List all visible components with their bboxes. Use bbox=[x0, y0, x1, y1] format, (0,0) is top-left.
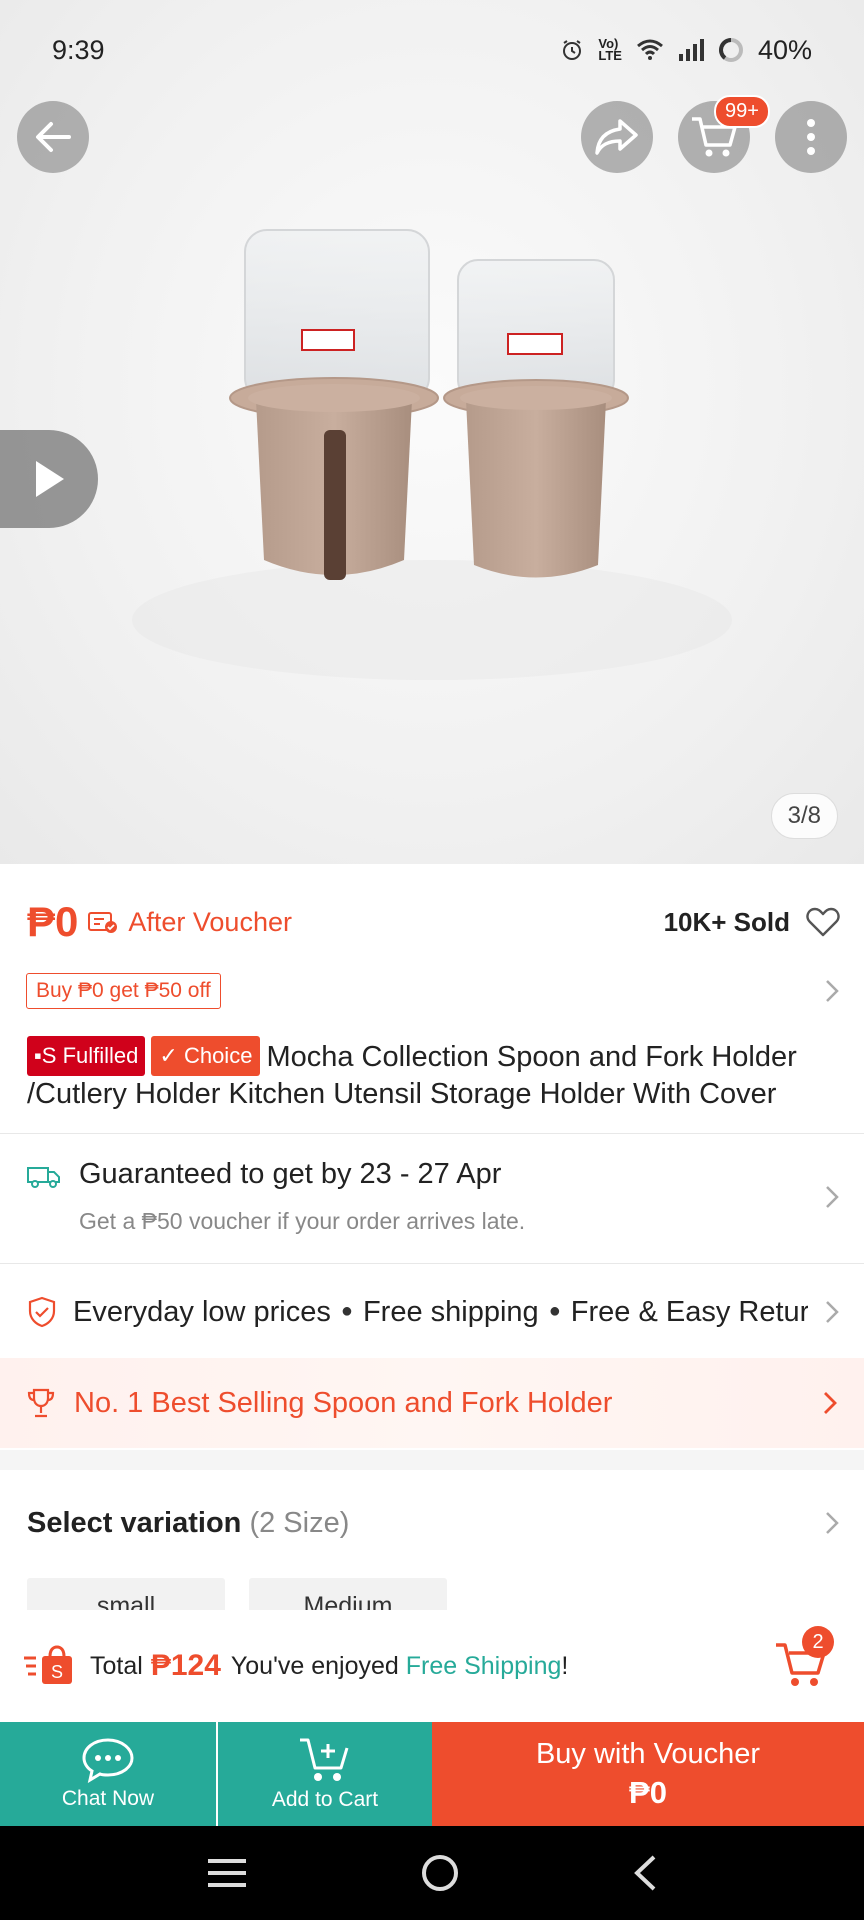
separator-dot: ● bbox=[340, 1299, 353, 1322]
status-time: 9:39 bbox=[52, 34, 105, 65]
section-gap bbox=[0, 1450, 864, 1470]
choice-badge: ✓ Choice bbox=[151, 1036, 261, 1076]
product-title: ▪︎S Fulfilled ✓ Choice Mocha Collection Sp… bbox=[27, 1036, 840, 1112]
enjoyed-text: You've enjoyed bbox=[230, 1651, 399, 1680]
sold-count: 10K+ Sold bbox=[663, 906, 790, 937]
best-selling-label: No. 1 Best Selling Spoon and Fork Holder bbox=[74, 1386, 613, 1419]
strip-cart-count: 2 bbox=[802, 1626, 834, 1658]
chat-icon bbox=[82, 1738, 134, 1783]
back-button[interactable] bbox=[17, 101, 89, 173]
select-variation-row[interactable]: Select variation (2 Size) bbox=[27, 1498, 840, 1548]
guarantee-item: Free & Easy Returns bbox=[570, 1295, 808, 1328]
volte-icon: Vo) LTE bbox=[598, 36, 622, 63]
add-to-cart-label: Add to Cart bbox=[271, 1788, 379, 1811]
shipping-guarantee-row[interactable]: Guaranteed to get by 23 - 27 Apr Get a ₱… bbox=[27, 1136, 840, 1256]
variation-title: Select variation bbox=[27, 1506, 242, 1539]
total-shipping-strip: S Total ₱124 You've enjoyed Free Shippin… bbox=[0, 1610, 864, 1722]
chevron-right-icon bbox=[824, 1392, 837, 1414]
status-bar: 9:39 Vo) LTE 40% bbox=[52, 30, 812, 70]
wifi-icon bbox=[636, 39, 664, 61]
home-icon[interactable] bbox=[420, 1853, 460, 1893]
add-cart-icon bbox=[300, 1738, 349, 1781]
system-nav-bar bbox=[0, 1826, 864, 1920]
buy-with-voucher-button[interactable]: Buy with Voucher ₱0 bbox=[432, 1722, 864, 1826]
play-video-button[interactable] bbox=[0, 430, 98, 528]
add-to-cart-button[interactable]: Add to Cart bbox=[218, 1722, 432, 1826]
alarm-icon bbox=[560, 38, 584, 62]
truck-icon bbox=[27, 1167, 60, 1188]
more-options-button[interactable] bbox=[775, 101, 847, 173]
signal-icon bbox=[678, 39, 704, 61]
best-selling-banner[interactable]: No. 1 Best Selling Spoon and Fork Holder bbox=[0, 1358, 864, 1448]
buy-price: ₱0 bbox=[629, 1774, 667, 1810]
total-price: ₱124 bbox=[150, 1649, 221, 1682]
svg-text:S: S bbox=[51, 1662, 63, 1682]
shield-check-icon bbox=[28, 1296, 56, 1328]
chat-now-button[interactable]: Chat Now bbox=[0, 1722, 216, 1826]
price-row: ₱0 After Voucher 10K+ Sold bbox=[27, 892, 840, 952]
chevron-right-icon bbox=[826, 1186, 839, 1208]
share-button[interactable] bbox=[581, 101, 653, 173]
bottom-action-bar: Chat Now Add to Cart Buy with Voucher ₱0 bbox=[0, 1722, 864, 1826]
product-price: ₱0 bbox=[27, 898, 79, 945]
trophy-icon bbox=[27, 1388, 55, 1418]
heart-icon[interactable] bbox=[806, 907, 840, 937]
delivery-guarantee-text: Guaranteed to get by 23 - 27 Apr bbox=[79, 1158, 502, 1190]
guarantees-text: Everyday low prices ● Free shipping ● Free &… bbox=[73, 1296, 808, 1329]
chevron-right-icon bbox=[826, 1301, 839, 1323]
cart-button[interactable]: 99+ bbox=[678, 95, 770, 173]
exclaim: ! bbox=[561, 1651, 569, 1680]
divider bbox=[0, 1263, 864, 1264]
voucher-icon bbox=[88, 912, 118, 933]
image-counter: 3/8 bbox=[770, 793, 838, 839]
strip-cart-button[interactable]: 2 bbox=[774, 1626, 834, 1697]
variation-count: (2 Size) bbox=[249, 1506, 350, 1539]
after-voucher-label: After Voucher bbox=[128, 906, 292, 937]
battery-ring-icon bbox=[718, 37, 744, 63]
total-label: Total bbox=[90, 1651, 143, 1680]
late-voucher-text: Get a ₱50 voucher if your order arrives … bbox=[79, 1208, 526, 1234]
battery-percent: 40% bbox=[757, 34, 812, 65]
promo-row[interactable]: Buy ₱0 get ₱50 off bbox=[26, 972, 840, 1010]
guarantee-item: Free shipping bbox=[362, 1295, 539, 1328]
recent-apps-icon[interactable] bbox=[206, 1856, 248, 1890]
cart-count-badge: 99+ bbox=[714, 95, 770, 128]
guarantee-item: Everyday low prices bbox=[73, 1295, 331, 1328]
product-image-gallery[interactable]: 9:39 Vo) LTE 40% 99+ 3/8 bbox=[0, 0, 864, 864]
play-icon bbox=[36, 461, 64, 497]
arrow-left-icon bbox=[36, 122, 71, 152]
promo-tag: Buy ₱0 get ₱50 off bbox=[26, 973, 221, 1009]
chevron-right-icon bbox=[826, 1512, 839, 1534]
shopping-bag-icon: S bbox=[24, 1645, 72, 1684]
buy-with-voucher-label: Buy with Voucher bbox=[535, 1737, 761, 1770]
free-shipping-text: Free Shipping bbox=[405, 1651, 562, 1680]
divider bbox=[0, 1133, 864, 1134]
fulfilled-badge: ▪︎S Fulfilled bbox=[27, 1036, 146, 1076]
chevron-right-icon bbox=[826, 980, 839, 1002]
chat-now-label: Chat Now bbox=[61, 1787, 155, 1810]
shop-bag-icon: ▪︎S bbox=[34, 1043, 63, 1068]
more-vertical-icon bbox=[807, 119, 815, 155]
guarantees-row[interactable]: Everyday low prices ● Free shipping ● Free &… bbox=[27, 1272, 840, 1352]
back-nav-icon[interactable] bbox=[632, 1854, 658, 1892]
share-icon bbox=[595, 119, 638, 155]
separator-dot: ● bbox=[548, 1299, 561, 1322]
